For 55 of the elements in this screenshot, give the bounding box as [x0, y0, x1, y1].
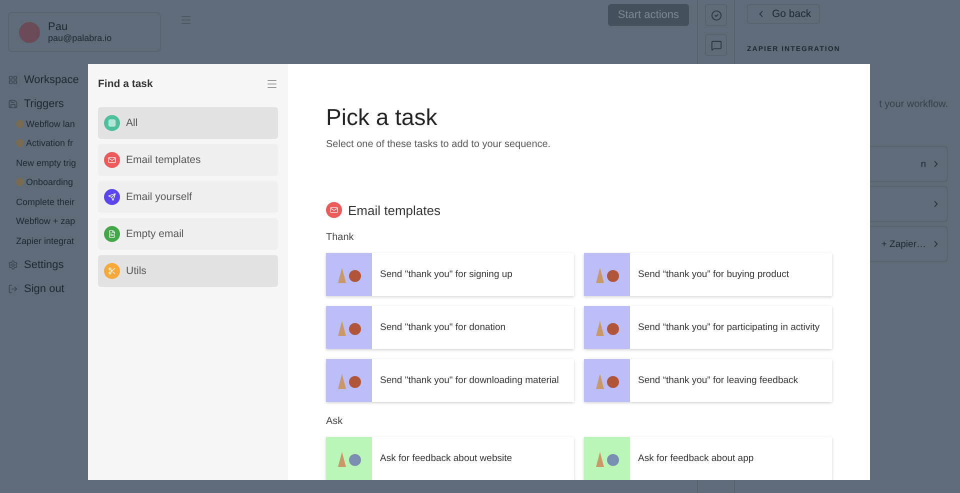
- go-back-button[interactable]: Go back: [747, 4, 820, 24]
- avatar: [19, 22, 40, 42]
- task-card[interactable]: Send "thank you" for downloading material: [326, 359, 574, 402]
- task-label: Send "thank you" for donation: [379, 322, 506, 333]
- task-card[interactable]: Send "thank you" for signing up: [326, 253, 574, 296]
- task-card[interactable]: Send “thank you” for buying product: [584, 253, 832, 296]
- task-card[interactable]: Send "thank you" for donation: [326, 306, 574, 349]
- dialog-subtitle: Select one of these tasks to add to your sequence.: [326, 139, 552, 150]
- comment-button[interactable]: [705, 34, 727, 56]
- category-item[interactable]: Email yourself: [98, 181, 278, 213]
- start-actions-button[interactable]: Start actions: [608, 4, 689, 26]
- trigger-item[interactable]: Complete their: [16, 196, 75, 207]
- menu-icon[interactable]: [266, 78, 278, 90]
- category-item[interactable]: Email templates: [98, 144, 278, 176]
- nav-item[interactable]: Workspace: [24, 74, 79, 86]
- task-label: Send “thank you” for buying product: [637, 269, 790, 280]
- task-label: Send “thank you” for participating in activity: [637, 322, 820, 333]
- trigger-item[interactable]: New empty trig: [16, 158, 76, 168]
- task-card[interactable]: Ask for feedback about app: [584, 437, 832, 480]
- nav-item[interactable]: Sign out: [24, 282, 64, 294]
- trigger-item[interactable]: Onboarding: [26, 177, 74, 188]
- section-title: Email templates: [348, 202, 440, 218]
- user-name: Pau: [48, 21, 69, 33]
- task-card[interactable]: Send “thank you” for participating in activity: [584, 306, 832, 349]
- check-button[interactable]: [705, 4, 727, 26]
- nav-item[interactable]: Triggers: [24, 98, 64, 110]
- trigger-item[interactable]: Webflow + zap: [16, 216, 76, 226]
- task-label: Send “thank you” for leaving feedback: [637, 375, 798, 386]
- grid-icon: [8, 75, 18, 85]
- dialog-title: Pick a task: [326, 104, 438, 131]
- trigger-item[interactable]: Webflow lan: [26, 118, 75, 129]
- card-label: + Zapier…: [881, 238, 926, 250]
- group-title: Thank: [326, 232, 355, 243]
- task-card[interactable]: Ask for feedback about website: [326, 437, 574, 480]
- task-label: Send "thank you" for signing up: [379, 269, 512, 280]
- sidebar-title: Find a task: [98, 78, 153, 90]
- task-label: Ask for feedback about app: [637, 453, 754, 464]
- settings-icon: [8, 260, 18, 270]
- nav-item[interactable]: Settings: [24, 258, 64, 270]
- group-title: Ask: [326, 416, 344, 427]
- sign-out-icon: [8, 284, 18, 294]
- save-icon: [8, 99, 18, 109]
- trigger-item[interactable]: Activation fr: [26, 138, 74, 148]
- comment-icon: [710, 40, 722, 50]
- trigger-item[interactable]: Zapier integrat: [16, 236, 74, 246]
- check-circle-icon: [710, 10, 722, 20]
- category-item[interactable]: Empty email: [98, 218, 278, 250]
- task-label: Ask for feedback about website: [379, 453, 512, 464]
- profile-card[interactable]: Pau pau@palabra.io: [8, 12, 161, 52]
- task-card[interactable]: Send “thank you” for leaving feedback: [584, 359, 832, 402]
- card-label: n: [920, 158, 926, 170]
- task-label: Send "thank you" for downloading material: [379, 375, 559, 386]
- category-item[interactable]: Utils: [98, 255, 278, 287]
- user-email: pau@palabra.io: [48, 33, 112, 43]
- category-item[interactable]: All: [98, 107, 278, 139]
